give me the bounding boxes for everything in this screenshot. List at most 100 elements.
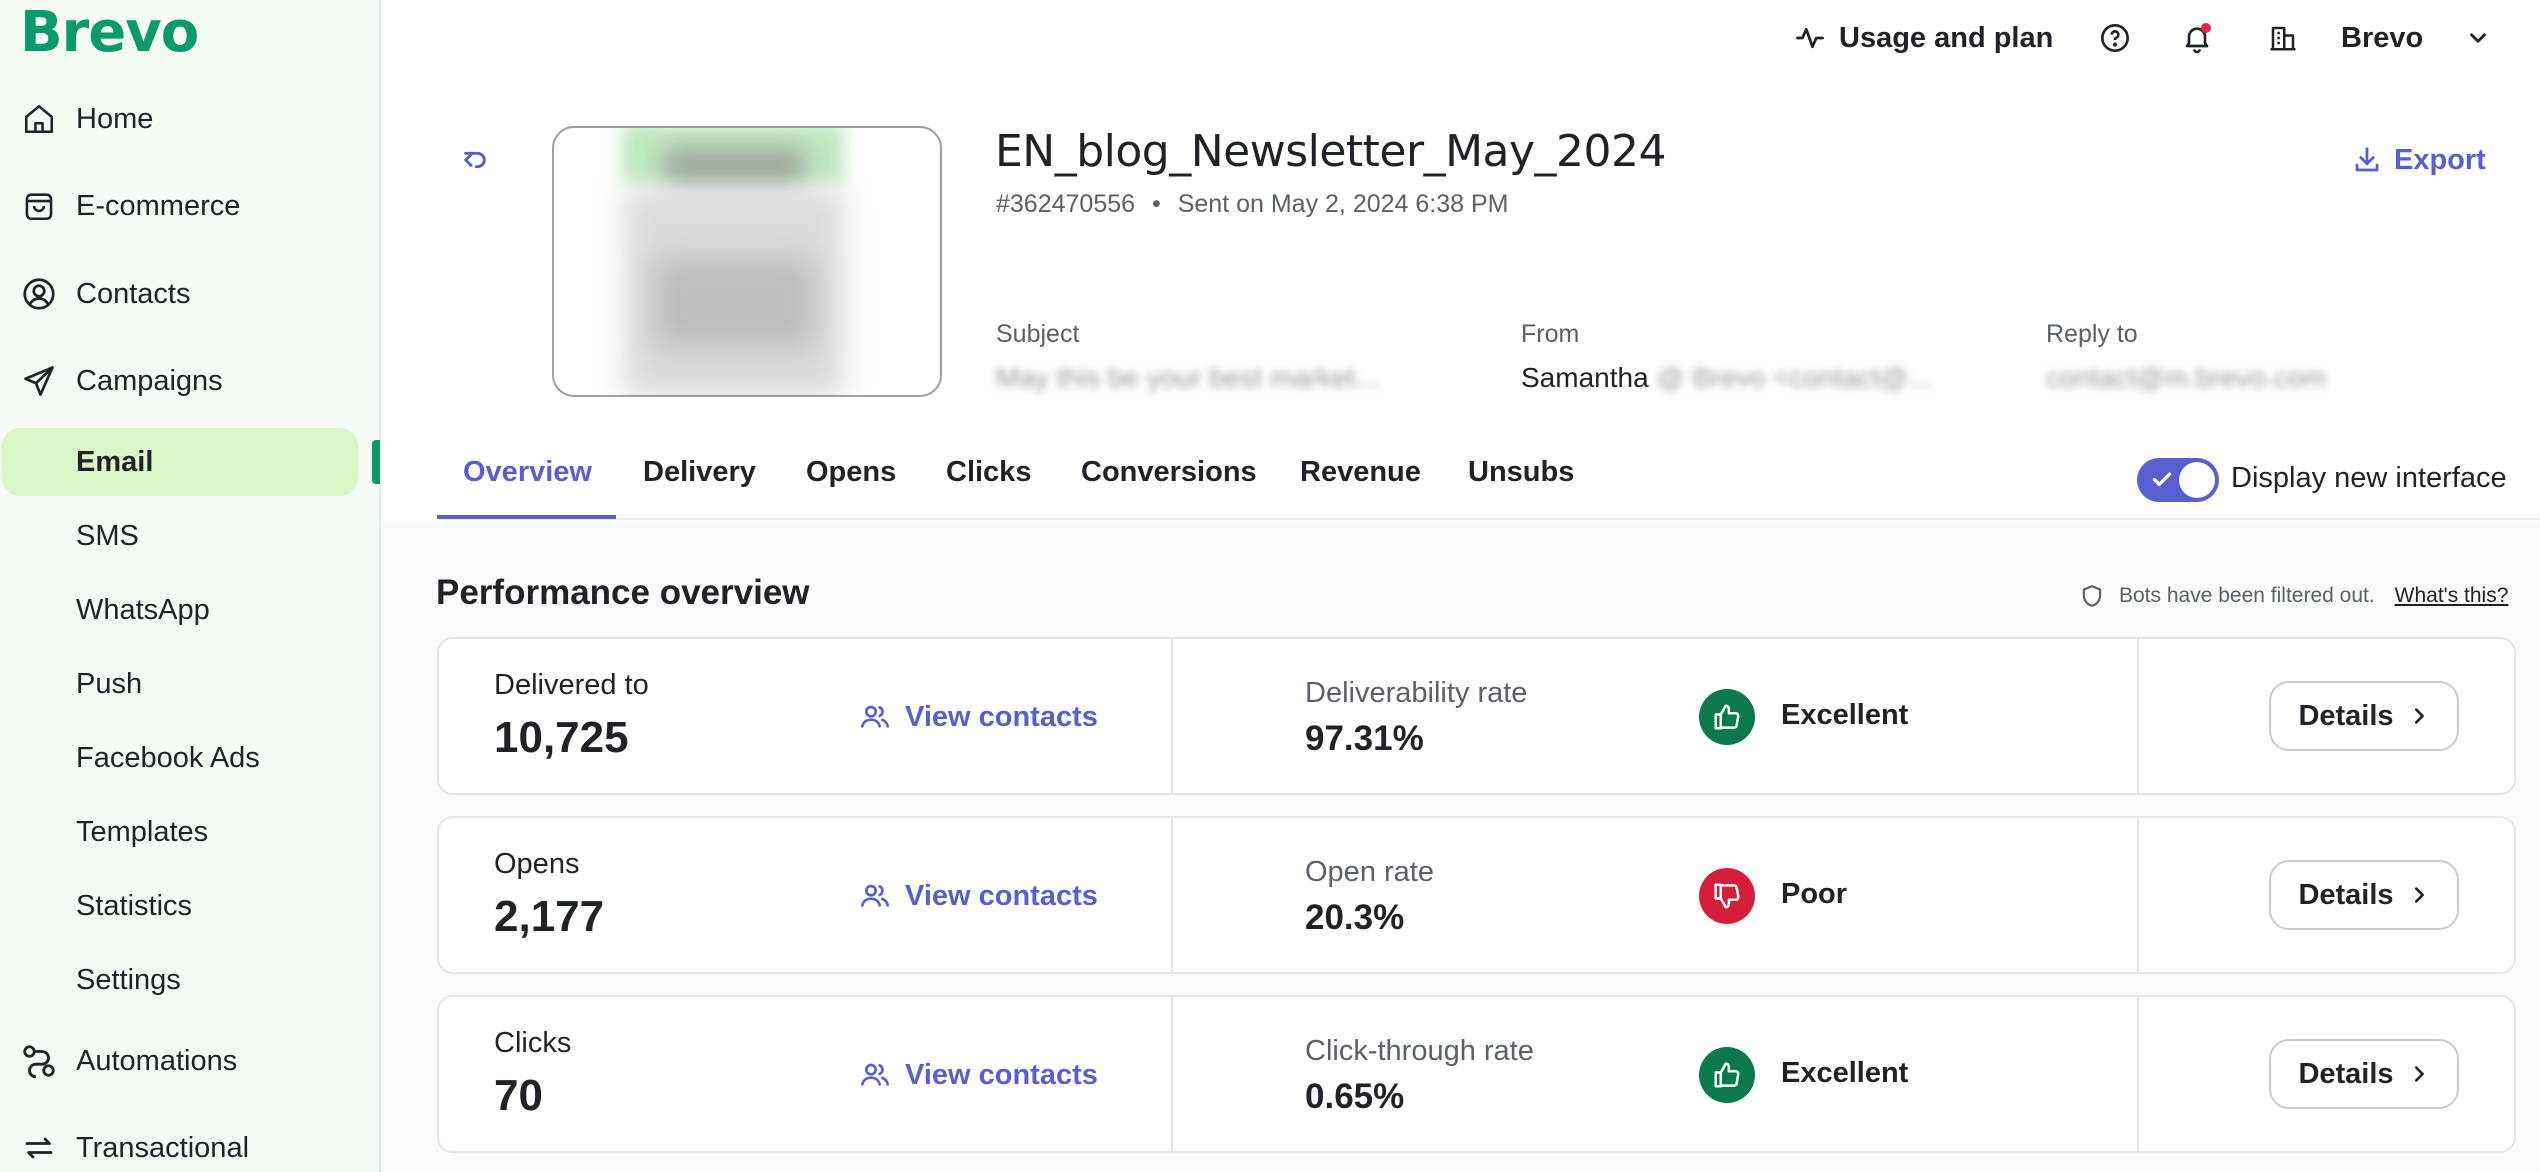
tab-conversions[interactable]: Conversions bbox=[1055, 456, 1283, 516]
sidebar-subitem-push[interactable]: Push bbox=[0, 652, 381, 716]
home-icon bbox=[20, 100, 58, 138]
building-icon[interactable] bbox=[2268, 18, 2298, 58]
quality-label: Poor bbox=[1781, 878, 1848, 910]
metric-label: Delivered to bbox=[494, 669, 649, 701]
email-preview-thumbnail[interactable] bbox=[552, 126, 942, 397]
active-tab-underline bbox=[437, 515, 616, 519]
sidebar-item-label: Home bbox=[76, 102, 154, 135]
whats-this-link[interactable]: What's this? bbox=[2395, 584, 2509, 608]
sidebar-item-contacts[interactable]: Contacts bbox=[0, 264, 381, 324]
view-contacts-link[interactable]: View contacts bbox=[859, 878, 1098, 914]
rate-label: Deliverability rate bbox=[1305, 677, 1528, 709]
from-email: @ Brevo <contact@... bbox=[1656, 362, 1932, 393]
tab-clicks[interactable]: Clicks bbox=[920, 456, 1057, 516]
card-divider bbox=[1171, 818, 1173, 972]
view-contacts-label: View contacts bbox=[905, 700, 1098, 733]
sidebar-subitem-settings[interactable]: Settings bbox=[0, 948, 381, 1012]
from-label: From bbox=[1521, 320, 1580, 348]
card-divider bbox=[1171, 639, 1173, 793]
sidebar-subitem-label: WhatsApp bbox=[76, 593, 210, 626]
metric-card-delivered: Delivered to 10,725 View contacts Delive… bbox=[437, 637, 2516, 795]
view-contacts-label: View contacts bbox=[905, 879, 1098, 912]
chevron-right-icon bbox=[2408, 705, 2430, 727]
view-contacts-link[interactable]: View contacts bbox=[859, 699, 1098, 735]
thumbnail-image bbox=[654, 258, 814, 348]
reply-to-label: Reply to bbox=[2046, 320, 2138, 348]
sidebar-subitem-email[interactable]: Email bbox=[0, 430, 381, 494]
export-label: Export bbox=[2394, 143, 2486, 176]
thumbs-up-icon bbox=[1699, 689, 1755, 745]
campaign-id: #362470556 bbox=[996, 190, 1136, 218]
sidebar-subitem-label: Templates bbox=[76, 815, 209, 848]
sidebar-subitem-label: Push bbox=[76, 667, 143, 700]
usage-and-plan-button[interactable]: Usage and plan bbox=[1795, 18, 2053, 58]
rate-value: 0.65% bbox=[1305, 1077, 1405, 1116]
back-arrow-icon[interactable] bbox=[455, 140, 495, 180]
card-divider bbox=[1171, 997, 1173, 1151]
export-button[interactable]: Export bbox=[2352, 142, 2486, 178]
card-divider bbox=[2137, 997, 2139, 1151]
view-contacts-link[interactable]: View contacts bbox=[859, 1057, 1098, 1093]
users-icon bbox=[859, 1059, 891, 1091]
sidebar-subitem-label: SMS bbox=[76, 519, 139, 552]
sidebar-subitem-label: Settings bbox=[76, 963, 181, 996]
quality-label: Excellent bbox=[1781, 1057, 1909, 1089]
sidebar-subitem-whatsapp[interactable]: WhatsApp bbox=[0, 578, 381, 642]
sidebar-subitem-statistics[interactable]: Statistics bbox=[0, 874, 381, 938]
rate-value: 20.3% bbox=[1305, 898, 1405, 937]
chevron-right-icon bbox=[2408, 1063, 2430, 1085]
tab-opens[interactable]: Opens bbox=[780, 456, 922, 516]
rate-label: Click-through rate bbox=[1305, 1035, 1534, 1067]
activity-icon bbox=[1795, 23, 1825, 53]
sidebar-subitem-label: Facebook Ads bbox=[76, 741, 260, 774]
sidebar-item-campaigns[interactable]: Campaigns bbox=[0, 351, 381, 411]
from-value: Samantha @ Brevo <contact@... bbox=[1521, 362, 1932, 394]
metric-label: Opens bbox=[494, 848, 580, 880]
notification-dot bbox=[2201, 23, 2211, 33]
chevron-right-icon bbox=[2408, 884, 2430, 906]
details-label: Details bbox=[2298, 1057, 2394, 1090]
tab-delivery[interactable]: Delivery bbox=[617, 456, 782, 516]
tab-revenue[interactable]: Revenue bbox=[1274, 456, 1447, 516]
metric-card-clicks: Clicks 70 View contacts Click-through ra… bbox=[437, 995, 2516, 1153]
rate-label: Open rate bbox=[1305, 856, 1434, 888]
metric-value: 2,177 bbox=[494, 892, 605, 941]
card-divider bbox=[2137, 818, 2139, 972]
sidebar-subitem-sms[interactable]: SMS bbox=[0, 504, 381, 568]
sent-date: Sent on May 2, 2024 6:38 PM bbox=[1177, 190, 1509, 218]
campaign-title: EN_blog_Newsletter_May_2024 bbox=[995, 126, 1667, 177]
details-button[interactable]: Details bbox=[2269, 681, 2459, 751]
sidebar-item-label: Campaigns bbox=[76, 364, 223, 397]
quality-label: Excellent bbox=[1781, 699, 1909, 731]
details-button[interactable]: Details bbox=[2269, 860, 2459, 930]
metric-card-opens: Opens 2,177 View contacts Open rate 20.3… bbox=[437, 816, 2516, 974]
tab-unsubs[interactable]: Unsubs bbox=[1442, 456, 1600, 516]
chevron-down-icon bbox=[2465, 25, 2491, 51]
toggle-label: Display new interface bbox=[2231, 462, 2507, 494]
tab-overview[interactable]: Overview bbox=[437, 456, 618, 516]
shield-icon bbox=[2079, 583, 2105, 609]
automation-icon bbox=[20, 1042, 58, 1080]
account-name: Brevo bbox=[2341, 21, 2424, 54]
sidebar-item-label: Automations bbox=[76, 1044, 238, 1077]
brevo-logo[interactable]: Brevo bbox=[20, 0, 199, 65]
reply-to-value: contact@m.brevo.com bbox=[2046, 362, 2327, 393]
subject-label: Subject bbox=[996, 320, 1080, 348]
thumbs-up-icon bbox=[1699, 1047, 1755, 1103]
sidebar-subitem-facebook-ads[interactable]: Facebook Ads bbox=[0, 726, 381, 790]
sidebar-subitem-label: Statistics bbox=[76, 889, 193, 922]
help-icon[interactable] bbox=[2099, 18, 2131, 58]
details-label: Details bbox=[2298, 699, 2394, 732]
details-button[interactable]: Details bbox=[2269, 1039, 2459, 1109]
sidebar-item-home[interactable]: Home bbox=[0, 89, 381, 149]
sidebar-subitem-templates[interactable]: Templates bbox=[0, 800, 381, 864]
sidebar-item-automations[interactable]: Automations bbox=[0, 1031, 381, 1091]
account-menu[interactable]: Brevo bbox=[2341, 18, 2491, 58]
sidebar-item-ecommerce[interactable]: E-commerce bbox=[0, 176, 381, 236]
sidebar-item-transactional[interactable]: Transactional bbox=[0, 1118, 381, 1172]
sidebar-item-label: Contacts bbox=[76, 277, 191, 310]
new-interface-toggle[interactable] bbox=[2137, 458, 2219, 502]
download-icon bbox=[2352, 145, 2382, 175]
check-icon bbox=[2152, 472, 2172, 487]
sidebar-item-label: Transactional bbox=[76, 1131, 250, 1164]
